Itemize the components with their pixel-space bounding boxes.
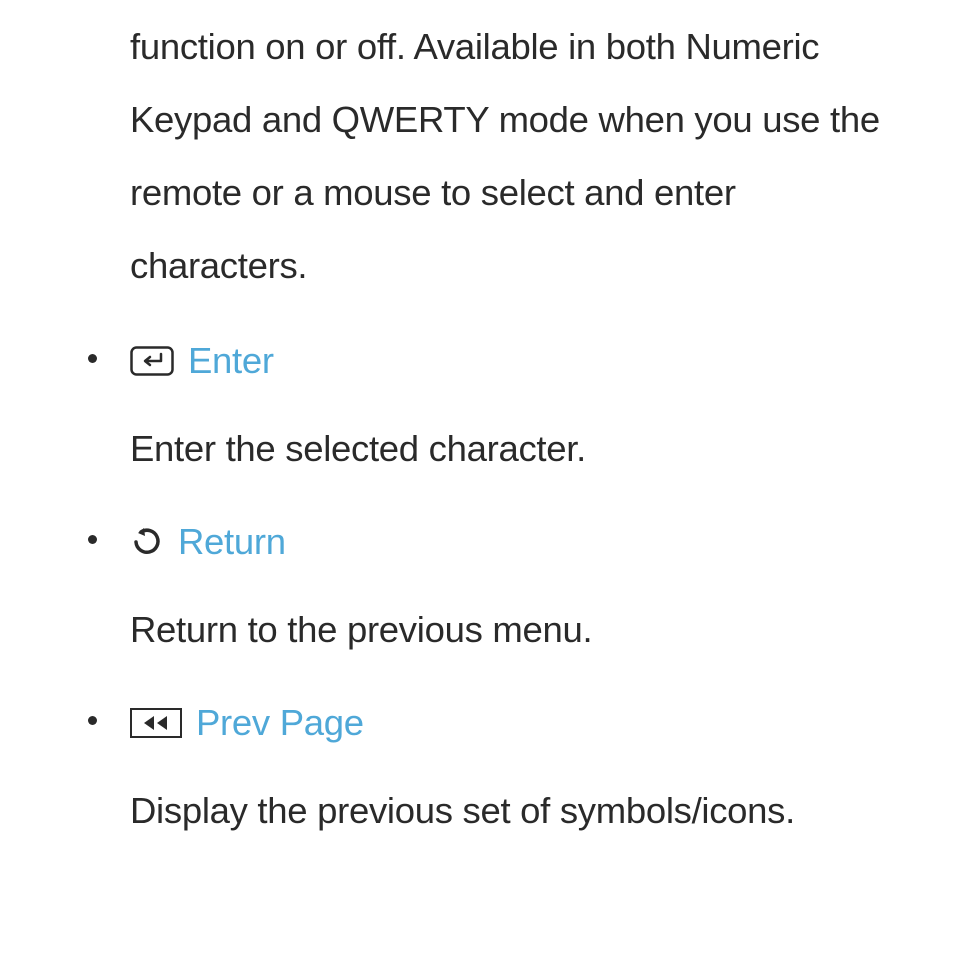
prev-page-icon	[130, 708, 182, 738]
document-content: function on or off. Available in both Nu…	[0, 0, 954, 847]
list-item-enter: Enter Enter the selected character.	[130, 340, 914, 485]
bullet-icon	[88, 716, 97, 725]
item-label: Enter	[188, 340, 274, 382]
item-description: Enter the selected character.	[130, 412, 914, 485]
return-icon	[130, 525, 164, 559]
bullet-icon	[88, 354, 97, 363]
list-item-prev-page: Prev Page Display the previous set of sy…	[130, 702, 914, 847]
item-label: Return	[178, 521, 286, 563]
list-item-return: Return Return to the previous menu.	[130, 521, 914, 666]
item-header: Enter	[130, 340, 914, 382]
item-header: Return	[130, 521, 914, 563]
item-label: Prev Page	[196, 702, 364, 744]
intro-paragraph: function on or off. Available in both Nu…	[130, 10, 914, 302]
item-header: Prev Page	[130, 702, 914, 744]
enter-icon	[130, 346, 174, 376]
item-description: Return to the previous menu.	[130, 593, 914, 666]
item-description: Display the previous set of symbols/icon…	[130, 774, 914, 847]
bullet-icon	[88, 535, 97, 544]
